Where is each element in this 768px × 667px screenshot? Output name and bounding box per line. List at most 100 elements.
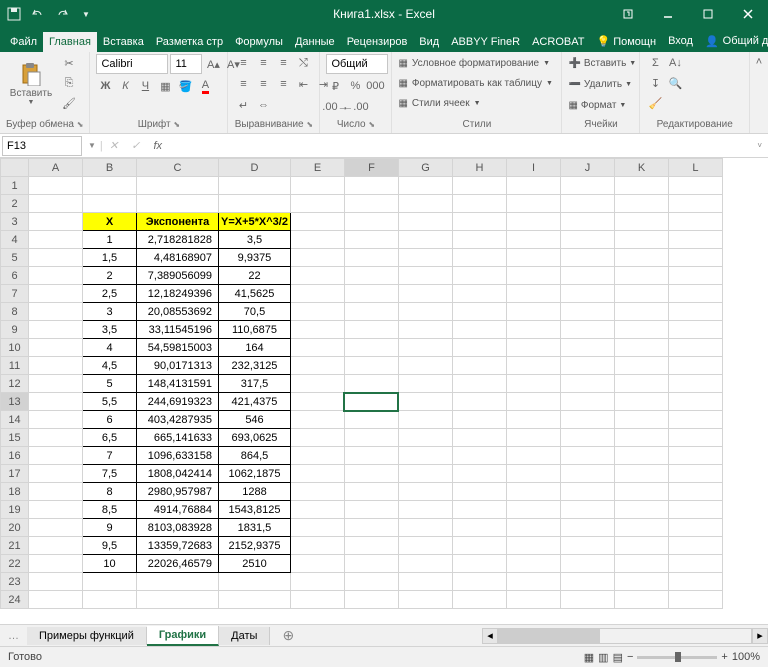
- cell-F23[interactable]: [344, 573, 398, 591]
- zoom-slider[interactable]: [637, 656, 717, 659]
- cell-J3[interactable]: [560, 213, 614, 231]
- cell-B24[interactable]: [83, 591, 137, 609]
- cell-L3[interactable]: [668, 213, 722, 231]
- cell-K18[interactable]: [614, 483, 668, 501]
- cell-J2[interactable]: [560, 195, 614, 213]
- cell-L17[interactable]: [668, 465, 722, 483]
- cell-B7[interactable]: 2,5: [83, 285, 137, 303]
- cell-G4[interactable]: [398, 231, 452, 249]
- cell-I16[interactable]: [506, 447, 560, 465]
- name-box[interactable]: F13: [2, 136, 82, 156]
- cell-D19[interactable]: 1543,8125: [219, 501, 291, 519]
- align-left-icon[interactable]: ≡: [234, 75, 252, 93]
- cell-L18[interactable]: [668, 483, 722, 501]
- cell-J6[interactable]: [560, 267, 614, 285]
- cell-H1[interactable]: [452, 177, 506, 195]
- font-launcher[interactable]: ⬊: [173, 120, 180, 129]
- cell-C3[interactable]: Экспонента: [137, 213, 219, 231]
- row-header-15[interactable]: 15: [1, 429, 29, 447]
- wrap-text-icon[interactable]: ↵: [234, 96, 252, 114]
- cell-C15[interactable]: 665,141633: [137, 429, 219, 447]
- cell-A4[interactable]: [29, 231, 83, 249]
- cell-D24[interactable]: [219, 591, 291, 609]
- cell-B17[interactable]: 7,5: [83, 465, 137, 483]
- cell-A10[interactable]: [29, 339, 83, 357]
- cell-J1[interactable]: [560, 177, 614, 195]
- cell-D17[interactable]: 1062,1875: [219, 465, 291, 483]
- cell-C14[interactable]: 403,4287935: [137, 411, 219, 429]
- border-icon[interactable]: ▦: [156, 77, 174, 95]
- cell-A8[interactable]: [29, 303, 83, 321]
- cell-F19[interactable]: [344, 501, 398, 519]
- cell-E17[interactable]: [290, 465, 344, 483]
- cell-I17[interactable]: [506, 465, 560, 483]
- cell-I12[interactable]: [506, 375, 560, 393]
- col-header-I[interactable]: I: [506, 159, 560, 177]
- cell-D16[interactable]: 864,5: [219, 447, 291, 465]
- cell-I10[interactable]: [506, 339, 560, 357]
- fx-icon[interactable]: fx: [147, 140, 169, 152]
- zoom-out-icon[interactable]: −: [627, 651, 633, 663]
- font-size-select[interactable]: 11: [170, 54, 202, 74]
- cell-K10[interactable]: [614, 339, 668, 357]
- cell-A9[interactable]: [29, 321, 83, 339]
- cell-H21[interactable]: [452, 537, 506, 555]
- cell-B14[interactable]: 6: [83, 411, 137, 429]
- col-header-J[interactable]: J: [560, 159, 614, 177]
- cell-J14[interactable]: [560, 411, 614, 429]
- cell-E18[interactable]: [290, 483, 344, 501]
- cell-C24[interactable]: [137, 591, 219, 609]
- cell-L9[interactable]: [668, 321, 722, 339]
- cell-C12[interactable]: 148,4131591: [137, 375, 219, 393]
- cell-E15[interactable]: [290, 429, 344, 447]
- cell-G12[interactable]: [398, 375, 452, 393]
- minimize-icon[interactable]: [648, 0, 688, 28]
- col-header-F[interactable]: F: [344, 159, 398, 177]
- row-header-2[interactable]: 2: [1, 195, 29, 213]
- cell-B10[interactable]: 4: [83, 339, 137, 357]
- cell-L21[interactable]: [668, 537, 722, 555]
- cell-D21[interactable]: 2152,9375: [219, 537, 291, 555]
- cell-H12[interactable]: [452, 375, 506, 393]
- cell-C8[interactable]: 20,08553692: [137, 303, 219, 321]
- help-button[interactable]: 💡 Помощн: [590, 31, 662, 52]
- cell-F6[interactable]: [344, 267, 398, 285]
- cell-H10[interactable]: [452, 339, 506, 357]
- cell-A3[interactable]: [29, 213, 83, 231]
- cell-A22[interactable]: [29, 555, 83, 573]
- cell-J11[interactable]: [560, 357, 614, 375]
- cell-L16[interactable]: [668, 447, 722, 465]
- italic-icon[interactable]: К: [116, 77, 134, 95]
- fill-color-icon[interactable]: 🪣: [176, 77, 194, 95]
- cell-K1[interactable]: [614, 177, 668, 195]
- cell-H24[interactable]: [452, 591, 506, 609]
- formula-input[interactable]: [169, 136, 752, 156]
- cell-I11[interactable]: [506, 357, 560, 375]
- cell-G24[interactable]: [398, 591, 452, 609]
- qat-dropdown-icon[interactable]: ▼: [78, 6, 94, 22]
- clear-icon[interactable]: 🧹: [646, 94, 664, 112]
- cell-A12[interactable]: [29, 375, 83, 393]
- col-header-D[interactable]: D: [219, 159, 291, 177]
- view-normal-icon[interactable]: ▦: [584, 651, 594, 664]
- cell-J24[interactable]: [560, 591, 614, 609]
- currency-icon[interactable]: ₽: [326, 77, 344, 95]
- cell-D18[interactable]: 1288: [219, 483, 291, 501]
- align-bottom-icon[interactable]: ≡: [274, 54, 292, 72]
- cell-G10[interactable]: [398, 339, 452, 357]
- cancel-formula-icon[interactable]: ✕: [103, 139, 125, 152]
- cell-B3[interactable]: X: [83, 213, 137, 231]
- cell-G13[interactable]: [398, 393, 452, 411]
- cell-A14[interactable]: [29, 411, 83, 429]
- cell-E20[interactable]: [290, 519, 344, 537]
- cell-E24[interactable]: [290, 591, 344, 609]
- col-header-G[interactable]: G: [398, 159, 452, 177]
- cell-L12[interactable]: [668, 375, 722, 393]
- cut-icon[interactable]: ✂: [60, 54, 78, 72]
- cell-H3[interactable]: [452, 213, 506, 231]
- cell-K12[interactable]: [614, 375, 668, 393]
- cell-B20[interactable]: 9: [83, 519, 137, 537]
- row-header-6[interactable]: 6: [1, 267, 29, 285]
- select-all-corner[interactable]: [1, 159, 29, 177]
- align-top-icon[interactable]: ≡: [234, 54, 252, 72]
